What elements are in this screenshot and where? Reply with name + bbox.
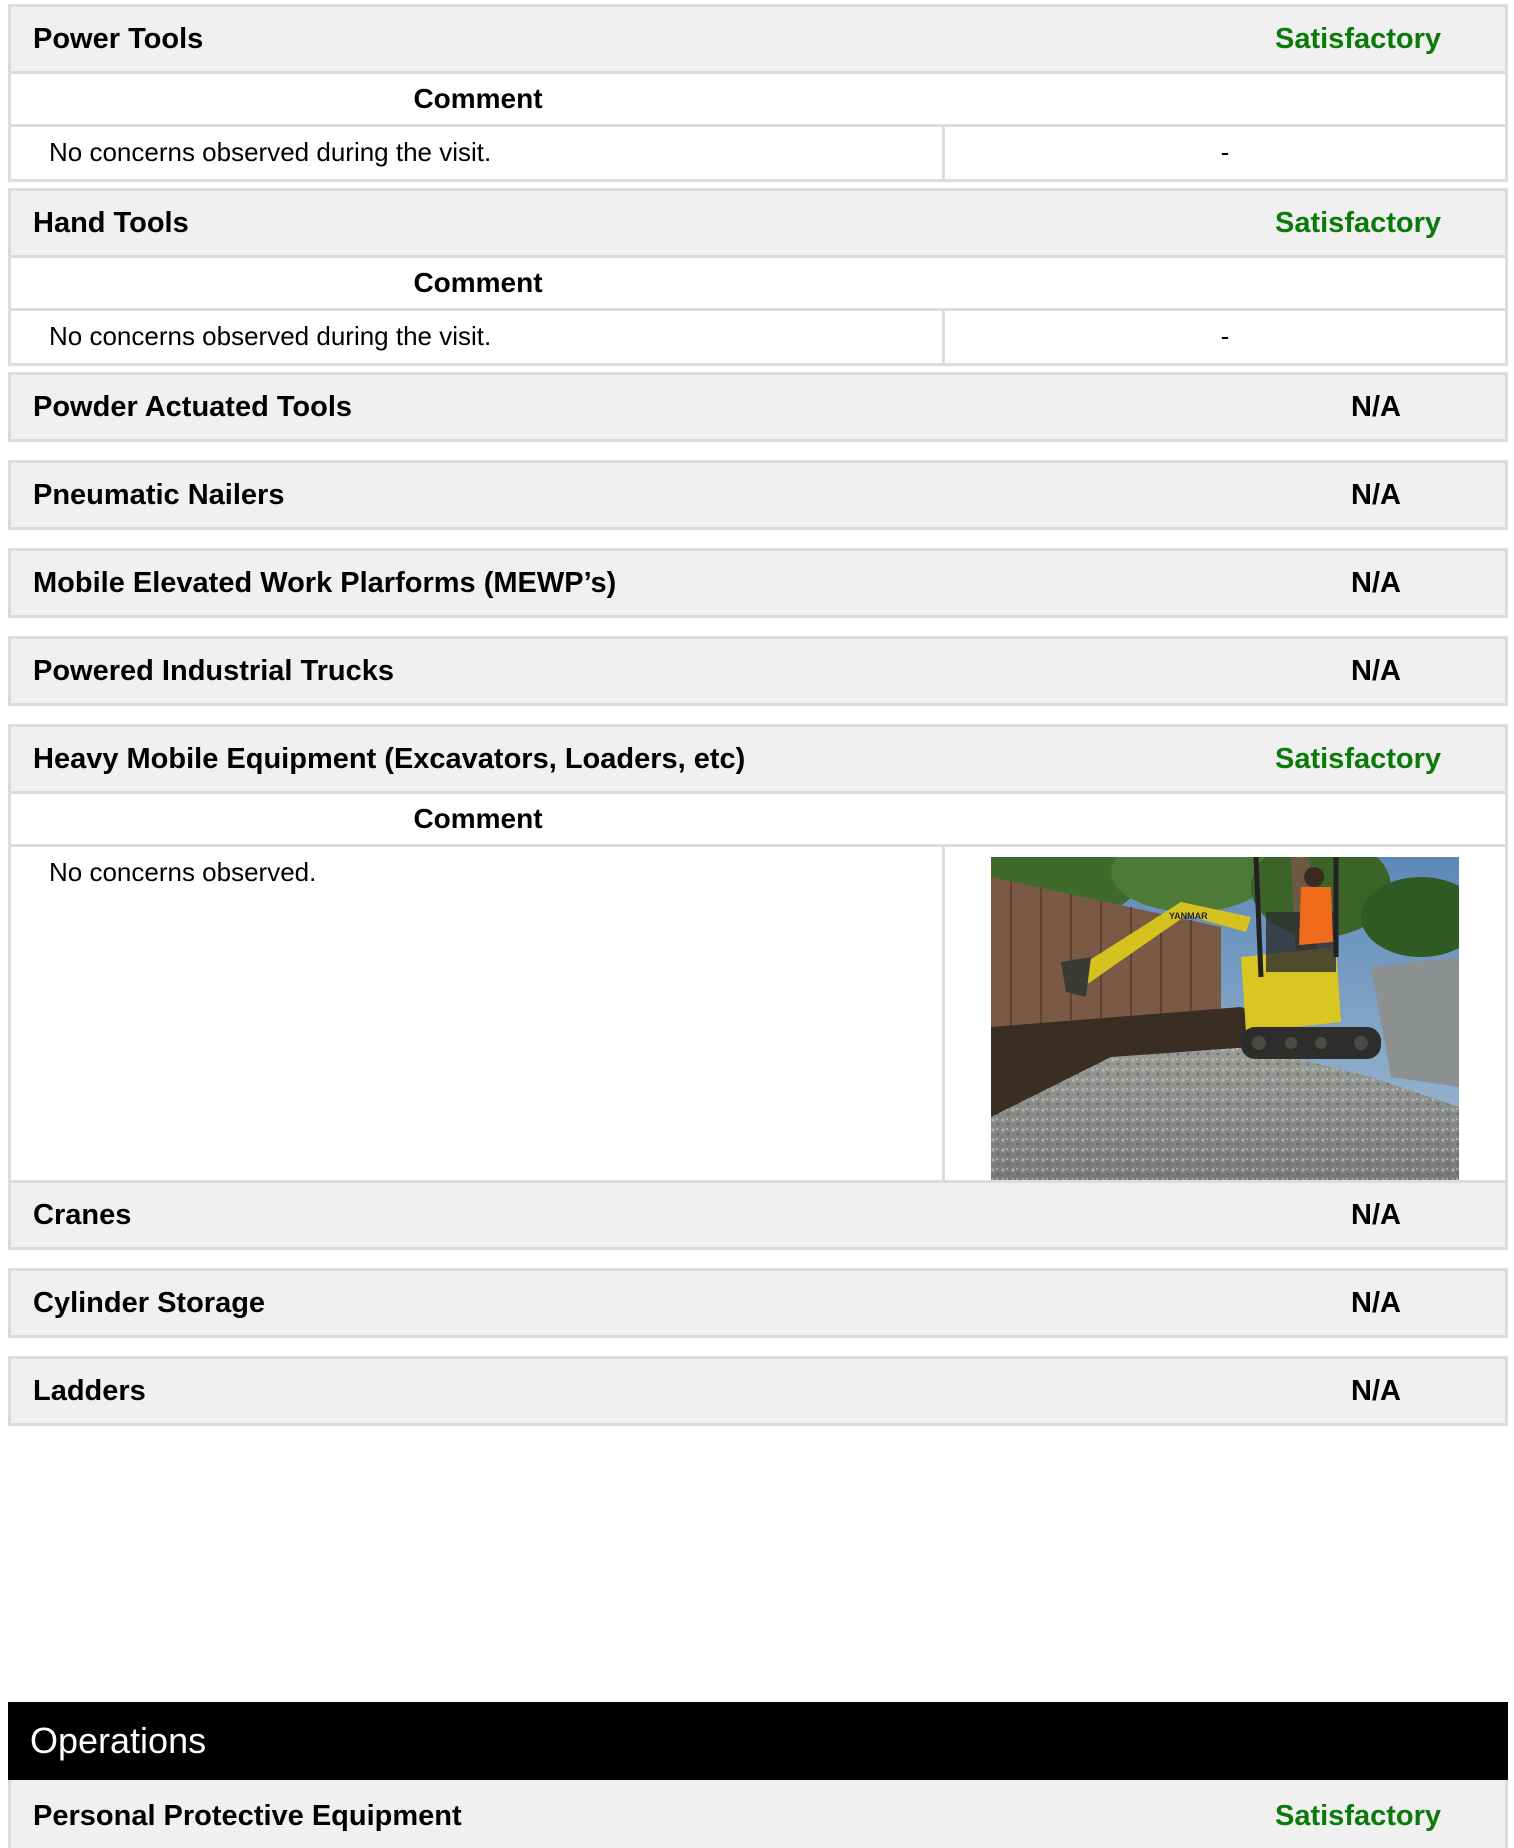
- section-header: Hand Tools Satisfactory: [11, 191, 1505, 255]
- excavator-photo-image: YANMAR: [991, 857, 1459, 1209]
- comment-media-empty: -: [1220, 137, 1230, 167]
- section-title: Cranes: [33, 1199, 132, 1231]
- comment-label: Comment: [413, 83, 543, 114]
- inspection-report-page: Power Tools Satisfactory Comment No conc…: [0, 0, 1514, 1848]
- status-label: N/A: [1351, 655, 1401, 687]
- status-label: Satisfactory: [1275, 1800, 1442, 1832]
- section-cylinder-storage: Cylinder Storage N/A: [8, 1268, 1508, 1338]
- comment-header: Comment: [11, 71, 1505, 127]
- status-label: N/A: [1351, 567, 1401, 599]
- excavator-photo[interactable]: YANMAR: [991, 857, 1459, 1209]
- section-header: Cranes N/A: [11, 1183, 1505, 1247]
- comment-label: Comment: [413, 803, 543, 834]
- section-header: Power Tools Satisfactory: [11, 7, 1505, 71]
- section-header: Mobile Elevated Work Plarforms (MEWP’s) …: [11, 551, 1505, 615]
- status-label: Satisfactory: [1275, 743, 1442, 775]
- status-label: Satisfactory: [1275, 23, 1442, 55]
- status-label: Satisfactory: [1275, 207, 1442, 239]
- status-label: N/A: [1351, 1199, 1401, 1231]
- comment-row: No concerns observed. YANMAR: [11, 847, 1505, 1223]
- section-ladders: Ladders N/A: [8, 1356, 1508, 1426]
- section-header: Heavy Mobile Equipment (Excavators, Load…: [11, 727, 1505, 791]
- section-title: Pneumatic Nailers: [33, 479, 285, 511]
- section-powder-actuated-tools: Powder Actuated Tools N/A: [8, 372, 1508, 442]
- section-title: Heavy Mobile Equipment (Excavators, Load…: [33, 743, 746, 775]
- section-power-tools: Power Tools Satisfactory Comment No conc…: [8, 4, 1508, 182]
- section-title: Mobile Elevated Work Plarforms (MEWP’s): [33, 567, 617, 599]
- comment-text: No concerns observed during the visit.: [11, 311, 945, 363]
- status-label: N/A: [1351, 1375, 1401, 1407]
- comment-text: No concerns observed.: [11, 847, 945, 1223]
- section-header: Cylinder Storage N/A: [11, 1271, 1505, 1335]
- section-header: Ladders N/A: [11, 1359, 1505, 1423]
- comment-media: YANMAR: [945, 847, 1505, 1223]
- section-title: Powered Industrial Trucks: [33, 655, 394, 687]
- comment-text: No concerns observed during the visit.: [11, 127, 945, 179]
- yanmar-logo: YANMAR: [1169, 911, 1208, 921]
- operations-title: Operations: [30, 1720, 207, 1761]
- section-pneumatic-nailers: Pneumatic Nailers N/A: [8, 460, 1508, 530]
- section-header: Pneumatic Nailers N/A: [11, 463, 1505, 527]
- section-hand-tools: Hand Tools Satisfactory Comment No conce…: [8, 188, 1508, 366]
- comment-header: Comment: [11, 255, 1505, 311]
- comment-header: Comment: [11, 791, 1505, 847]
- section-powered-industrial-trucks: Powered Industrial Trucks N/A: [8, 636, 1508, 706]
- comment-label: Comment: [413, 267, 543, 298]
- section-title: Power Tools: [33, 23, 204, 55]
- section-mewps: Mobile Elevated Work Plarforms (MEWP’s) …: [8, 548, 1508, 618]
- status-label: N/A: [1351, 479, 1401, 511]
- status-label: N/A: [1351, 1287, 1401, 1319]
- section-header: Powered Industrial Trucks N/A: [11, 639, 1505, 703]
- section-title: Powder Actuated Tools: [33, 391, 353, 423]
- section-heavy-mobile-equipment: Heavy Mobile Equipment (Excavators, Load…: [8, 724, 1508, 1226]
- status-label: N/A: [1351, 391, 1401, 423]
- section-title: Cylinder Storage: [33, 1287, 266, 1319]
- comment-row: No concerns observed during the visit. -: [11, 127, 1505, 179]
- section-personal-protective-equipment: Personal Protective Equipment Satisfacto…: [8, 1780, 1508, 1848]
- section-title: Hand Tools: [33, 207, 189, 239]
- section-title: Personal Protective Equipment: [33, 1800, 462, 1832]
- section-cranes: Cranes N/A: [8, 1180, 1508, 1250]
- section-title: Ladders: [33, 1375, 146, 1407]
- comment-row: No concerns observed during the visit. -: [11, 311, 1505, 363]
- operations-section-header: Operations: [8, 1702, 1508, 1780]
- comment-media-empty: -: [1220, 321, 1230, 351]
- section-header: Powder Actuated Tools N/A: [11, 375, 1505, 439]
